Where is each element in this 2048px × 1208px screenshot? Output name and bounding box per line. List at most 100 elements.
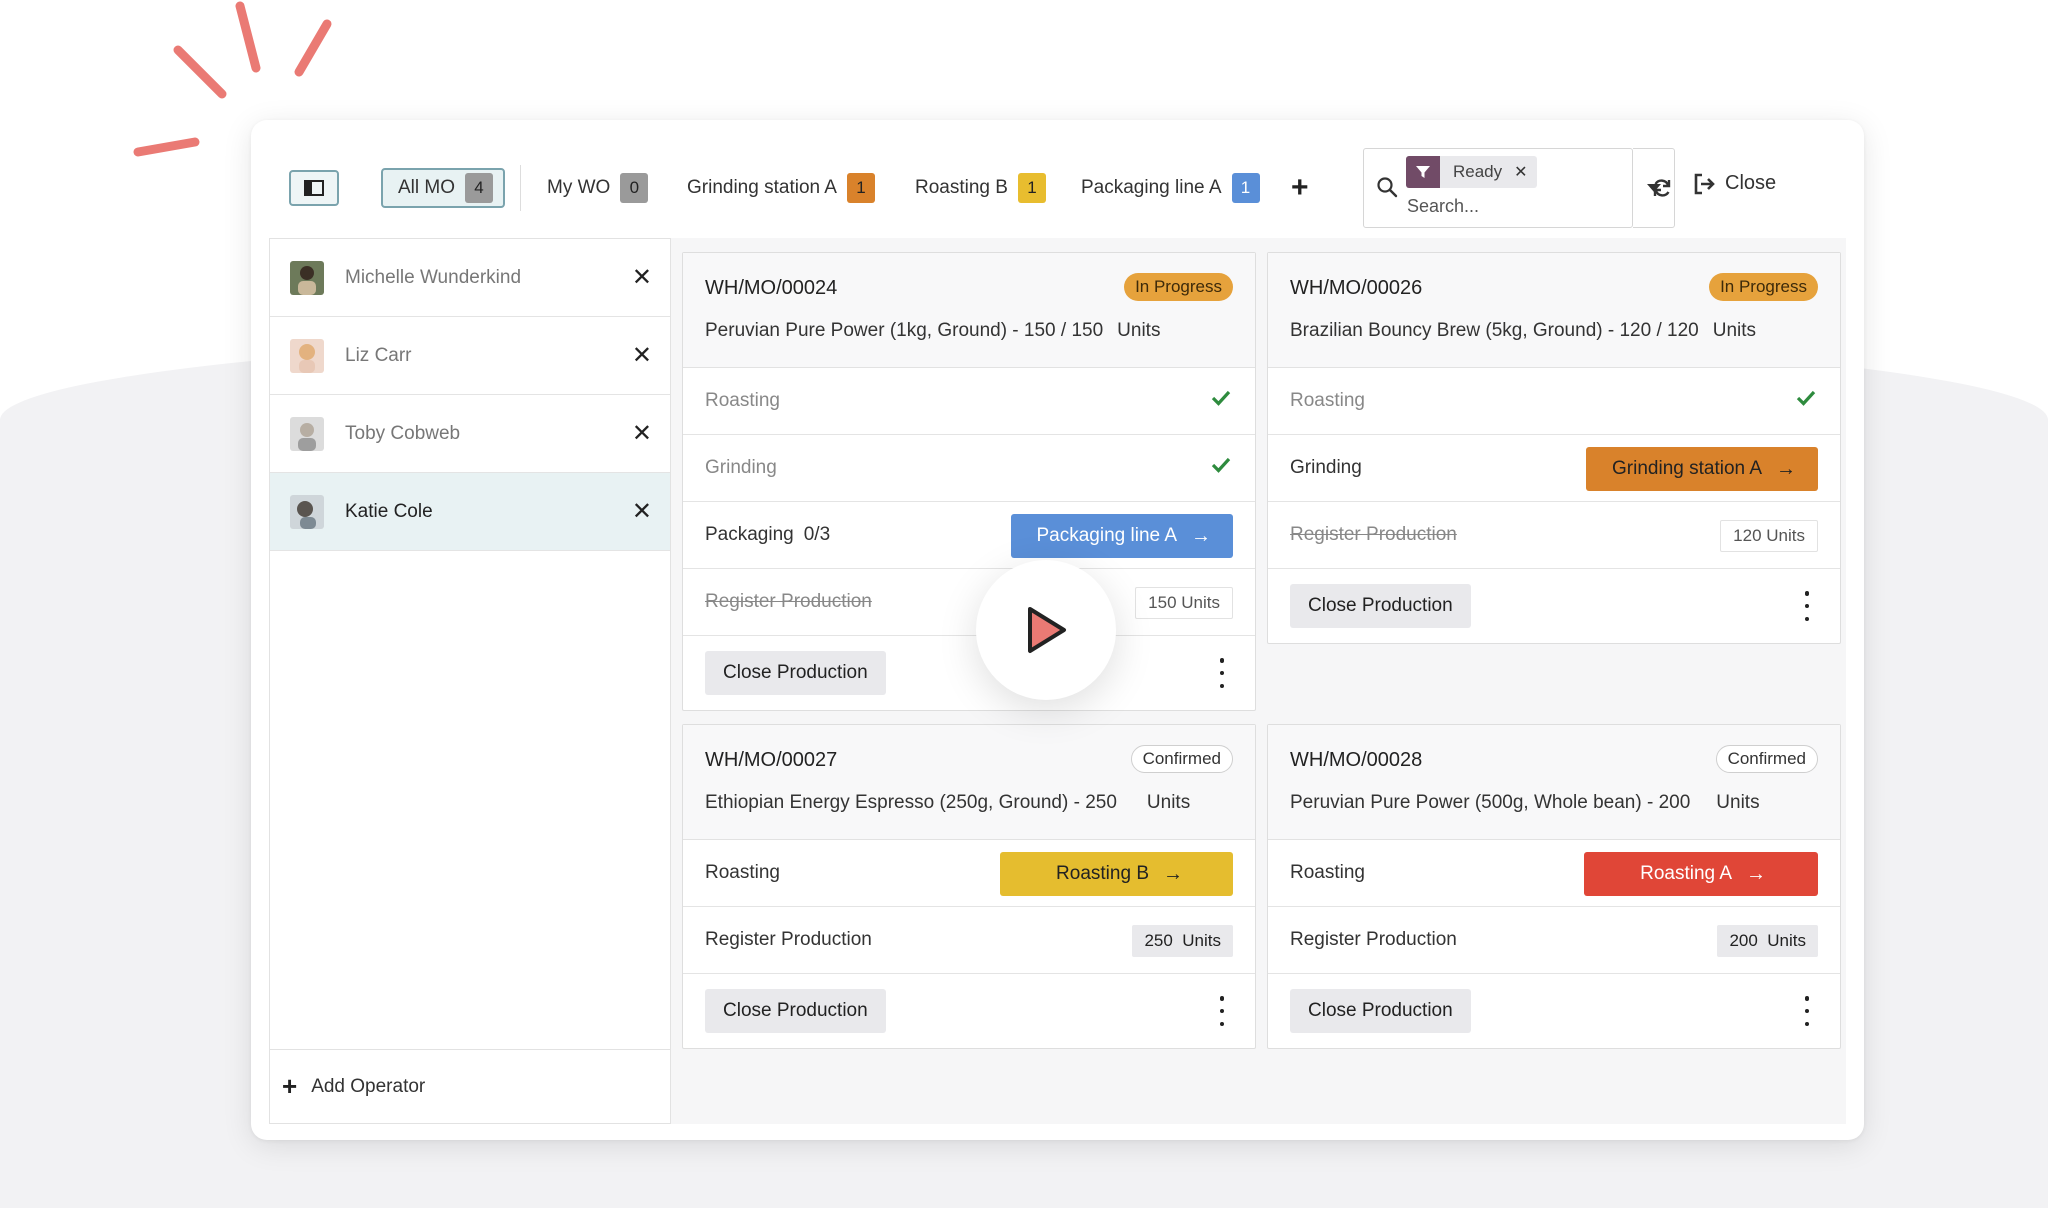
- plus-icon: +: [282, 1071, 298, 1101]
- close-label: Close: [1725, 172, 1777, 194]
- workcenter-label: Roasting A: [1640, 863, 1732, 884]
- search-facet: Ready ✕: [1406, 156, 1537, 188]
- card-header[interactable]: WH/MO/00028 Confirmed Peruvian Pure Powe…: [1268, 725, 1840, 840]
- register-production-row[interactable]: Register Production 200 Units: [1268, 907, 1840, 974]
- operator-name: Michelle Wunderkind: [345, 266, 522, 288]
- sign-out-icon: [1694, 173, 1715, 194]
- workcenter-button[interactable]: Roasting B →: [1000, 852, 1233, 896]
- work-order-name: Roasting: [705, 862, 780, 883]
- close-button[interactable]: Close: [1693, 172, 1776, 195]
- facet-remove-icon[interactable]: ✕: [1514, 162, 1536, 182]
- workcenter-label: Roasting B: [1056, 863, 1149, 884]
- register-production-label: Register Production: [1290, 524, 1457, 545]
- operator-row[interactable]: Toby Cobweb ✕: [270, 395, 670, 473]
- remove-operator-icon[interactable]: ✕: [632, 497, 652, 526]
- tab-count-badge: 1: [1231, 173, 1260, 203]
- kebab-menu-icon[interactable]: [1804, 996, 1810, 1026]
- avatar: [290, 260, 324, 295]
- card-header[interactable]: WH/MO/00026 In Progress Brazilian Bouncy…: [1268, 253, 1840, 368]
- remove-operator-icon[interactable]: ✕: [632, 419, 652, 448]
- status-badge: Confirmed: [1715, 745, 1818, 773]
- search-input[interactable]: [1407, 193, 1587, 219]
- register-production-row[interactable]: Register Production 120 Units: [1268, 502, 1840, 569]
- close-production-button[interactable]: Close Production: [705, 651, 886, 695]
- card-footer: Close Production: [1268, 569, 1840, 643]
- quantity-uom: Units: [1182, 931, 1221, 950]
- mo-reference: WH/MO/00028: [1290, 749, 1423, 771]
- operator-row[interactable]: Michelle Wunderkind ✕: [270, 239, 670, 317]
- operator-row-selected[interactable]: Katie Cole ✕: [270, 473, 670, 551]
- quantity-value: 250: [1144, 931, 1173, 950]
- register-production-row[interactable]: Register Production 150 Units: [683, 569, 1255, 636]
- control-panel: All MO 4 My WO 0 Grinding station A 1 Ro…: [251, 120, 1864, 238]
- add-workcenter-button[interactable]: +: [1291, 168, 1309, 208]
- workcenter-label: Grinding station A: [1612, 458, 1762, 479]
- tab-all-mo[interactable]: All MO 4: [381, 168, 505, 208]
- operator-name: Liz Carr: [345, 344, 412, 366]
- register-production-row[interactable]: Register Production 250 Units: [683, 907, 1255, 974]
- mo-card: WH/MO/00027 Confirmed Ethiopian Energy E…: [682, 724, 1256, 1049]
- operator-panel: Michelle Wunderkind ✕ Liz Carr ✕ Toby Co…: [269, 238, 671, 1124]
- add-operator-button[interactable]: + Add Operator: [270, 1049, 670, 1123]
- video-play-button[interactable]: [976, 560, 1116, 700]
- arrow-right-icon: →: [1746, 862, 1766, 885]
- card-header[interactable]: WH/MO/00027 Confirmed Ethiopian Energy E…: [683, 725, 1255, 840]
- play-icon: [1028, 607, 1066, 653]
- workcenter-button[interactable]: Roasting A →: [1584, 852, 1818, 896]
- kebab-menu-icon[interactable]: [1219, 996, 1225, 1026]
- tab-count-badge: 1: [1017, 173, 1046, 203]
- work-order-row[interactable]: Grinding Grinding station A →: [1268, 435, 1840, 502]
- product-uom: Units: [1117, 320, 1161, 341]
- tab-label: All MO: [398, 177, 455, 198]
- product-name: Ethiopian Energy Espresso (250g, Ground)…: [705, 792, 1117, 813]
- remove-operator-icon[interactable]: ✕: [632, 341, 652, 370]
- work-order-row[interactable]: Grinding: [683, 435, 1255, 502]
- product-line: Ethiopian Energy Espresso (250g, Ground)…: [705, 792, 1190, 814]
- product-name: Peruvian Pure Power (1kg, Ground) - 150 …: [705, 320, 1104, 341]
- work-order-name: Grinding: [705, 457, 777, 478]
- register-production-label: Register Production: [705, 591, 872, 612]
- add-operator-label: Add Operator: [311, 1075, 426, 1097]
- work-order-row[interactable]: Roasting Roasting B →: [683, 840, 1255, 907]
- operator-row[interactable]: Liz Carr ✕: [270, 317, 670, 395]
- tab-roasting-b[interactable]: Roasting B 1: [915, 168, 1046, 208]
- tab-grinding-station-a[interactable]: Grinding station A 1: [687, 168, 875, 208]
- close-production-button[interactable]: Close Production: [705, 989, 886, 1033]
- mo-reference: WH/MO/00024: [705, 277, 838, 299]
- workcenter-label: Packaging line A: [1036, 525, 1178, 546]
- work-order-name: Roasting: [705, 390, 780, 411]
- quantity-chip[interactable]: 200 Units: [1717, 925, 1818, 957]
- work-order-row[interactable]: Packaging 0/3 Packaging line A →: [683, 502, 1255, 569]
- tab-label: My WO: [547, 177, 611, 198]
- panel-toggle-button[interactable]: [289, 170, 339, 206]
- card-footer: Close Production: [683, 974, 1255, 1048]
- remove-operator-icon[interactable]: ✕: [632, 263, 652, 292]
- quantity-chip[interactable]: 250 Units: [1132, 925, 1233, 957]
- tab-label: Grinding station A: [687, 177, 837, 198]
- filter-icon: [1406, 156, 1440, 188]
- refresh-button[interactable]: [1651, 175, 1673, 206]
- product-uom: Units: [1146, 792, 1191, 813]
- close-production-button[interactable]: Close Production: [1290, 584, 1471, 628]
- work-order-name: Grinding: [1290, 457, 1362, 478]
- work-order-row[interactable]: Roasting Roasting A →: [1268, 840, 1840, 907]
- card-header[interactable]: WH/MO/00024 In Progress Peruvian Pure Po…: [683, 253, 1255, 368]
- card-footer: Close Production: [1268, 974, 1840, 1048]
- quantity-uom: Units: [1767, 931, 1806, 950]
- workcenter-button[interactable]: Packaging line A →: [1010, 514, 1233, 558]
- tab-count-badge: 4: [465, 173, 493, 203]
- quantity-chip: 150 Units: [1135, 587, 1233, 619]
- mo-reference: WH/MO/00027: [705, 749, 838, 771]
- kebab-menu-icon[interactable]: [1804, 591, 1810, 621]
- work-order-row[interactable]: Roasting: [1268, 368, 1840, 435]
- product-line: Peruvian Pure Power (500g, Whole bean) -…: [1290, 792, 1760, 814]
- tab-my-wo[interactable]: My WO 0: [547, 168, 649, 208]
- tab-label: Packaging line A: [1081, 177, 1222, 198]
- close-production-button[interactable]: Close Production: [1290, 989, 1471, 1033]
- register-production-label: Register Production: [705, 929, 872, 950]
- tab-divider: [520, 165, 521, 211]
- work-order-row[interactable]: Roasting: [683, 368, 1255, 435]
- kebab-menu-icon[interactable]: [1219, 658, 1225, 688]
- tab-packaging-line-a[interactable]: Packaging line A 1: [1081, 168, 1260, 208]
- workcenter-button[interactable]: Grinding station A →: [1586, 447, 1818, 491]
